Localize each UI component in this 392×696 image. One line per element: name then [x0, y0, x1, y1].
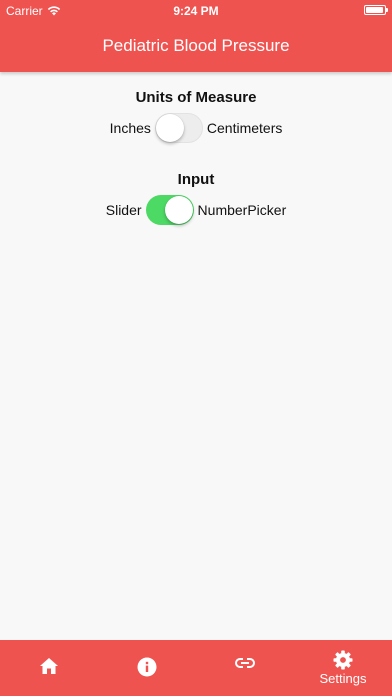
tab-bar: Settings	[0, 640, 392, 696]
gear-icon	[333, 650, 353, 670]
page-title: Pediatric Blood Pressure	[102, 36, 290, 55]
units-right-label: Centimeters	[206, 120, 283, 136]
units-toggle-knob	[155, 114, 184, 142]
input-right-label: NumberPicker	[197, 202, 287, 218]
home-icon	[40, 658, 58, 674]
status-bar: Carrier 9:24 PM	[0, 0, 392, 20]
input-toggle-row: Slider NumberPicker	[0, 194, 392, 226]
input-left-label: Slider	[105, 202, 142, 218]
units-section-title: Units of Measure	[135, 89, 257, 106]
input-toggle[interactable]	[145, 195, 194, 225]
tab-settings-label: Settings	[319, 671, 367, 686]
tab-links[interactable]	[196, 640, 294, 696]
link-icon	[235, 658, 255, 668]
battery-icon	[364, 5, 388, 15]
units-toggle-row: Inches Centimeters	[0, 112, 392, 144]
input-section-title: Input	[177, 171, 215, 188]
tab-settings[interactable]: Settings	[294, 640, 392, 696]
info-icon	[137, 657, 157, 677]
status-time: 9:24 PM	[173, 4, 219, 18]
tab-info[interactable]	[98, 640, 196, 696]
input-toggle-knob	[164, 196, 193, 224]
tab-home[interactable]	[0, 640, 98, 696]
app-header: Carrier 9:24 PM Pediatric Blood Pressure	[0, 0, 392, 72]
units-left-label: Inches	[109, 120, 151, 136]
units-toggle[interactable]	[154, 113, 203, 143]
